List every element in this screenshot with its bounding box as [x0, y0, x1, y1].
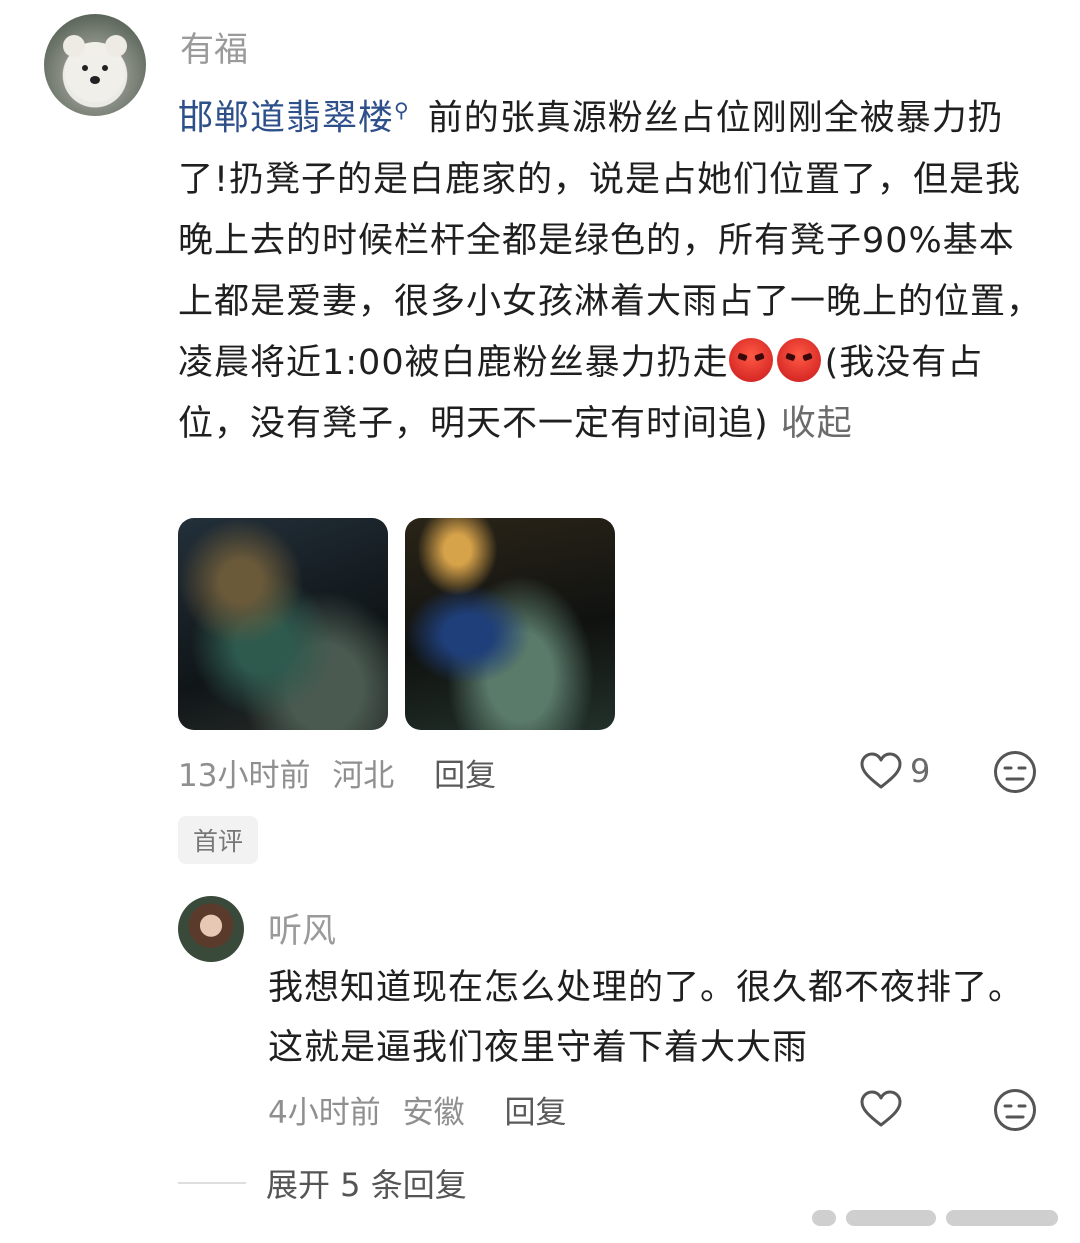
first-comment-badge: 首评: [178, 816, 259, 864]
avatar-reply[interactable]: [178, 896, 244, 962]
comment-body: 邯郸道翡翠楼⚲ 前的张真源粉丝占位刚刚全被暴力扔了!扔凳子的是白鹿家的，说是占她…: [178, 80, 1048, 455]
heart-outline-icon[interactable]: [860, 1090, 902, 1128]
comment-photo-1[interactable]: [178, 518, 388, 730]
reply-to-reply-button[interactable]: 回复: [504, 1095, 566, 1131]
teddy-bear-avatar-image: [63, 35, 127, 102]
expand-replies-label[interactable]: 展开 5 条回复: [266, 1160, 467, 1206]
comment-thread: 有福 邯郸道翡翠楼⚲ 前的张真源粉丝占位刚刚全被暴力扔了!扔凳子的是白鹿家的，说…: [0, 0, 1080, 1243]
mention-link[interactable]: 邯郸道翡翠楼: [178, 99, 394, 139]
comment-meta: 13小时前 河北 回复: [178, 750, 496, 795]
expand-replies[interactable]: 展开 5 条回复: [178, 1160, 467, 1206]
reply-meta: 4小时前 安徽 回复: [268, 1087, 566, 1132]
comment-text-part-1: 前的张真源粉丝占位刚刚全被暴力扔了!扔凳子的是白鹿家的，说是占她们位置了，但是我…: [178, 98, 1043, 383]
reply-location: 安徽: [402, 1095, 465, 1131]
expressionless-face-icon[interactable]: [993, 750, 1037, 794]
reply-username[interactable]: 听风: [268, 903, 336, 952]
expressionless-face-icon[interactable]: [993, 1088, 1037, 1132]
avatar-main[interactable]: [44, 14, 146, 116]
search-icon[interactable]: ⚲: [394, 98, 410, 122]
comment-time: 13小时前: [178, 758, 311, 794]
divider-line: [178, 1182, 246, 1184]
heart-outline-icon[interactable]: [860, 752, 902, 790]
like-count: 9: [910, 752, 931, 790]
angry-face-emoji-icon: [776, 337, 821, 382]
reply-body: 我想知道现在怎么处理的了。很久都不夜排了。这就是逼我们夜里守着下着大大雨: [268, 968, 1025, 1068]
watermark-logo: [812, 1210, 1058, 1226]
collapse-link[interactable]: 收起: [781, 404, 853, 444]
comment-location: 河北: [332, 758, 395, 794]
angry-face-emoji-icon: [728, 337, 773, 382]
username[interactable]: 有福: [180, 22, 248, 71]
reply-button[interactable]: 回复: [434, 758, 496, 794]
reply-time: 4小时前: [268, 1095, 381, 1131]
comment-photo-2[interactable]: [405, 518, 615, 730]
